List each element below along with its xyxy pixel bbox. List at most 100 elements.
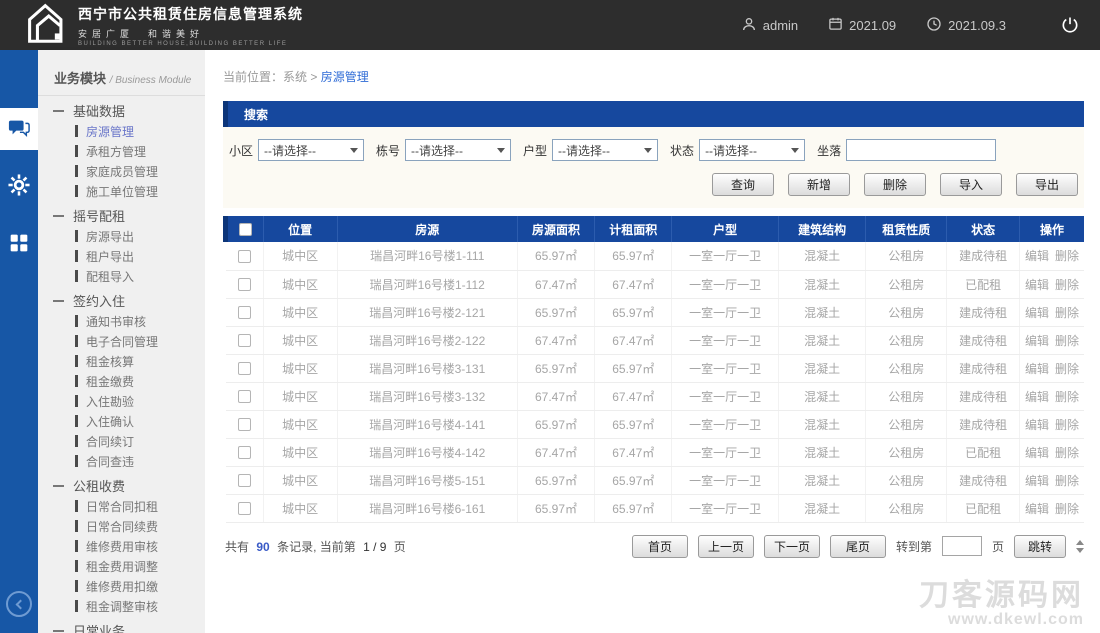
rail-item-apps[interactable]	[0, 224, 38, 266]
edit-link[interactable]: 编辑	[1025, 446, 1049, 460]
edit-link[interactable]: 编辑	[1025, 249, 1049, 263]
sidebar-item[interactable]: 合同查违	[38, 451, 205, 471]
delete-link[interactable]: 删除	[1055, 334, 1079, 348]
cell-status: 已配租	[946, 494, 1021, 523]
sidebar-item[interactable]: 施工单位管理	[38, 181, 205, 201]
delete-link[interactable]: 删除	[1055, 446, 1079, 460]
spinner-up-icon[interactable]	[1076, 536, 1084, 545]
select-dropdown[interactable]: --请选择--	[405, 139, 512, 161]
jump-button[interactable]: 跳转	[1014, 534, 1066, 558]
select-dropdown[interactable]: --请选择--	[699, 139, 806, 161]
user-group: admin	[741, 16, 798, 35]
cell-structure: 混凝土	[778, 410, 867, 439]
delete-link[interactable]: 删除	[1055, 390, 1079, 404]
sidebar-section-header[interactable]: 签约入住	[38, 290, 205, 311]
row-checkbox[interactable]	[237, 390, 251, 404]
action-button-1[interactable]: 新增	[788, 173, 850, 196]
row-checkbox[interactable]	[237, 446, 251, 460]
goto-page-input[interactable]	[941, 536, 982, 556]
sidebar-section-header[interactable]: 摇号配租	[38, 205, 205, 226]
select-dropdown[interactable]: --请选择--	[552, 139, 659, 161]
sidebar-title-en: / Business Module	[109, 75, 192, 86]
delete-link[interactable]: 删除	[1055, 306, 1079, 320]
row-checkbox[interactable]	[237, 474, 251, 488]
sidebar-item[interactable]: 配租导入	[38, 266, 205, 286]
action-button-0[interactable]: 查询	[712, 173, 774, 196]
select-dropdown[interactable]: --请选择--	[258, 139, 365, 161]
sidebar-item[interactable]: 房源管理	[38, 121, 205, 141]
first-page-button[interactable]: 首页	[631, 534, 688, 558]
spinner-down-icon[interactable]	[1076, 547, 1084, 557]
row-checkbox[interactable]	[237, 502, 251, 516]
address-input[interactable]	[846, 139, 997, 161]
edit-link[interactable]: 编辑	[1025, 418, 1049, 432]
edit-link[interactable]: 编辑	[1025, 306, 1049, 320]
cell-house: 瑞昌河畔16号楼6-161	[337, 494, 518, 523]
select-all-checkbox[interactable]	[238, 223, 252, 237]
sidebar-item[interactable]: 入住确认	[38, 411, 205, 431]
sidebar-item[interactable]: 租金核算	[38, 351, 205, 371]
power-icon[interactable]	[1060, 15, 1080, 35]
sidebar-item[interactable]: 租金缴费	[38, 371, 205, 391]
item-marker	[75, 600, 78, 612]
column-header: 位置	[263, 216, 338, 242]
row-checkbox[interactable]	[237, 306, 251, 320]
next-page-button[interactable]: 下一页	[763, 534, 820, 558]
cell-nature: 公租房	[865, 466, 948, 495]
collapse-button[interactable]	[6, 591, 32, 617]
action-button-3[interactable]: 导入	[940, 173, 1002, 196]
row-checkbox[interactable]	[237, 418, 251, 432]
action-button-2[interactable]: 删除	[864, 173, 926, 196]
pagination-controls: 首页 上一页 下一页 尾页 转到第 页 跳转	[631, 534, 1084, 558]
action-button-4[interactable]: 导出	[1016, 173, 1078, 196]
sidebar-item[interactable]: 租金调整审核	[38, 596, 205, 616]
prev-page-button[interactable]: 上一页	[697, 534, 754, 558]
sidebar-item[interactable]: 房源导出	[38, 226, 205, 246]
sidebar-item[interactable]: 通知书审核	[38, 311, 205, 331]
cell-area: 65.97㎡	[517, 494, 596, 523]
cell-structure: 混凝土	[778, 270, 867, 299]
edit-link[interactable]: 编辑	[1025, 278, 1049, 292]
delete-link[interactable]: 删除	[1055, 418, 1079, 432]
item-marker	[75, 355, 78, 367]
edit-link[interactable]: 编辑	[1025, 390, 1049, 404]
cell-status: 建成待租	[946, 298, 1021, 327]
rail-item-messages[interactable]	[0, 108, 38, 150]
row-checkbox[interactable]	[237, 362, 251, 376]
edit-link[interactable]: 编辑	[1025, 502, 1049, 516]
page-buttons: 首页 上一页 下一页 尾页	[631, 534, 886, 558]
breadcrumb-current[interactable]: 房源管理	[321, 70, 369, 84]
cell-rent_area: 65.97㎡	[594, 466, 673, 495]
spinner-control[interactable]	[1076, 536, 1084, 557]
table-row: 城中区 瑞昌河畔16号楼2-122 67.47㎡ 67.47㎡ 一室一厅一卫 混凝土 公租房…	[225, 326, 1084, 355]
delete-link[interactable]: 删除	[1055, 278, 1079, 292]
sidebar-section-header[interactable]: 公租收费	[38, 475, 205, 496]
row-checkbox[interactable]	[237, 334, 251, 348]
delete-link[interactable]: 删除	[1055, 474, 1079, 488]
sidebar-section-header[interactable]: 基础数据	[38, 100, 205, 121]
row-checkbox[interactable]	[237, 249, 251, 263]
sidebar-item[interactable]: 承租方管理	[38, 141, 205, 161]
sidebar-item[interactable]: 租户导出	[38, 246, 205, 266]
row-checkbox[interactable]	[237, 278, 251, 292]
last-page-button[interactable]: 尾页	[829, 534, 886, 558]
sidebar-item[interactable]: 日常合同续费	[38, 516, 205, 536]
delete-link[interactable]: 删除	[1055, 502, 1079, 516]
rail-item-settings[interactable]	[0, 166, 38, 208]
sidebar-item[interactable]: 日常合同扣租	[38, 496, 205, 516]
sidebar-item[interactable]: 维修费用扣缴	[38, 576, 205, 596]
cell-house: 瑞昌河畔16号楼2-122	[337, 326, 518, 355]
edit-link[interactable]: 编辑	[1025, 334, 1049, 348]
sidebar-section-header[interactable]: 日常业务	[38, 620, 205, 633]
sidebar-item[interactable]: 入住勘验	[38, 391, 205, 411]
edit-link[interactable]: 编辑	[1025, 362, 1049, 376]
delete-link[interactable]: 删除	[1055, 249, 1079, 263]
sidebar-item[interactable]: 合同续订	[38, 431, 205, 451]
delete-link[interactable]: 删除	[1055, 362, 1079, 376]
sidebar-item[interactable]: 电子合同管理	[38, 331, 205, 351]
sidebar-item[interactable]: 租金费用调整	[38, 556, 205, 576]
cell-layout: 一室一厅一卫	[671, 270, 779, 299]
sidebar-item[interactable]: 家庭成员管理	[38, 161, 205, 181]
edit-link[interactable]: 编辑	[1025, 474, 1049, 488]
sidebar-item[interactable]: 维修费用审核	[38, 536, 205, 556]
